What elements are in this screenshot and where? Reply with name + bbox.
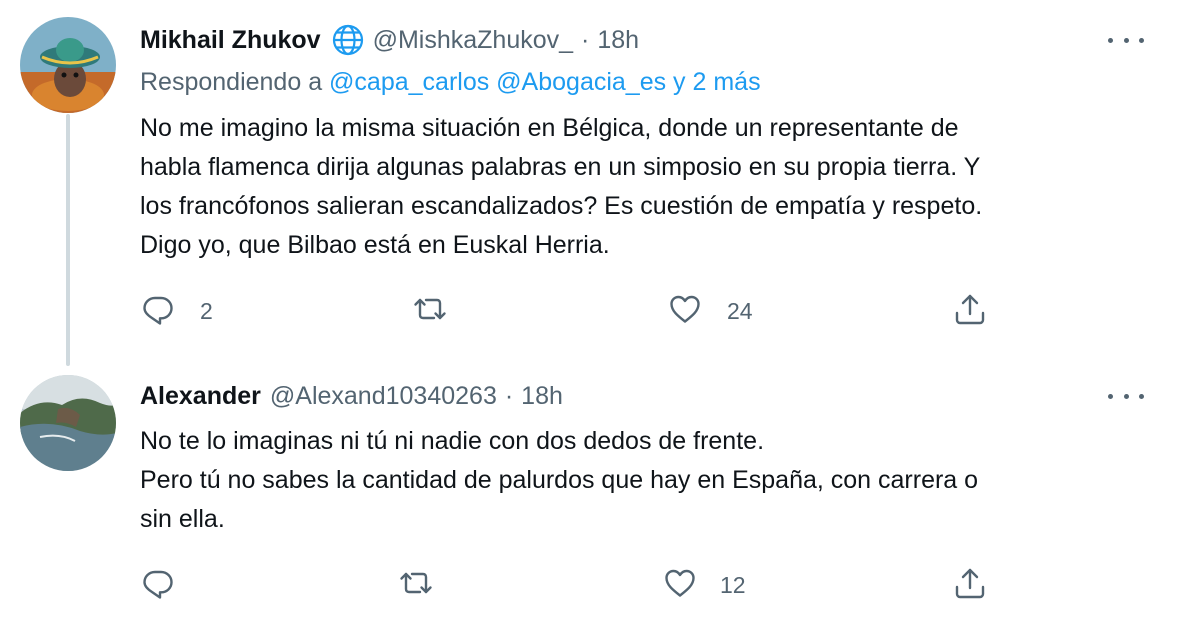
tweet-text-line: No te lo imaginas ni tú ni nadie con dos… (140, 427, 765, 455)
tweet-1-text: No me imagino la misma situación en Bélg… (140, 109, 1150, 265)
timestamp[interactable]: 18h (521, 381, 563, 411)
retweet-button[interactable] (412, 291, 472, 331)
avatar-alexander[interactable] (20, 375, 116, 471)
reply-count: 2 (200, 297, 213, 324)
tweet-text-line: habla flamenca dirija algunas palabras e… (140, 153, 981, 181)
tweet-text-line: No me imagino la misma situación en Bélg… (140, 114, 959, 142)
replying-mentions-link[interactable]: @capa_carlos @Abogacia_es y 2 más (329, 68, 761, 96)
more-icon (1108, 37, 1113, 43)
tweet-2-actions: 12 (140, 565, 1000, 605)
tweet-text-line: Digo yo, que Bilbao está en Euskal Herri… (140, 231, 610, 259)
user-handle[interactable]: @Alexand10340263 (270, 381, 497, 411)
like-button[interactable]: 24 (667, 291, 753, 331)
reply-button[interactable] (140, 565, 200, 605)
display-name[interactable]: Mikhail Zhukov (140, 25, 321, 55)
retweet-icon (398, 565, 434, 606)
share-button[interactable] (952, 565, 988, 605)
globe-icon (331, 23, 365, 57)
timestamp[interactable]: 18h (597, 25, 639, 55)
reply-icon (140, 291, 176, 332)
reply-button[interactable]: 2 (140, 291, 213, 331)
more-options-button[interactable] (1108, 386, 1144, 406)
tweet-text-line: los francófonos salieran escandalizados?… (140, 192, 983, 220)
avatar-mikhail[interactable] (20, 17, 116, 113)
reply-icon (140, 565, 176, 606)
replying-to-line: Respondiendo a @capa_carlos @Abogacia_es… (140, 66, 761, 98)
retweet-icon (412, 291, 448, 332)
like-icon (667, 291, 703, 332)
tweet-text-line: sin ella. (140, 505, 225, 533)
tweet-text-line: Pero tú no sabes la cantidad de palurdos… (140, 466, 979, 494)
like-count: 24 (727, 297, 753, 324)
like-icon (662, 565, 698, 606)
tweet-2-text: No te lo imaginas ni tú ni nadie con dos… (140, 422, 1150, 539)
more-icon (1108, 393, 1113, 399)
retweet-button[interactable] (398, 565, 458, 605)
more-options-button[interactable] (1108, 30, 1144, 50)
share-icon (952, 565, 988, 606)
like-count: 12 (720, 571, 746, 598)
thread-connector-line (66, 114, 70, 366)
tweet-1-header: Mikhail Zhukov @MishkaZhukov_ · 18h (140, 23, 639, 57)
tweet-2-header: Alexander @Alexand10340263 · 18h (140, 381, 563, 411)
separator-dot: · (504, 382, 514, 410)
separator-dot: · (581, 26, 590, 54)
user-handle[interactable]: @MishkaZhukov_ (373, 25, 573, 55)
share-button[interactable] (952, 291, 988, 331)
tweet-1-actions: 2 24 (140, 291, 1000, 331)
display-name[interactable]: Alexander (140, 381, 261, 411)
replying-prefix: Respondiendo a (140, 68, 323, 96)
share-icon (952, 291, 988, 332)
like-button[interactable]: 12 (662, 565, 746, 605)
